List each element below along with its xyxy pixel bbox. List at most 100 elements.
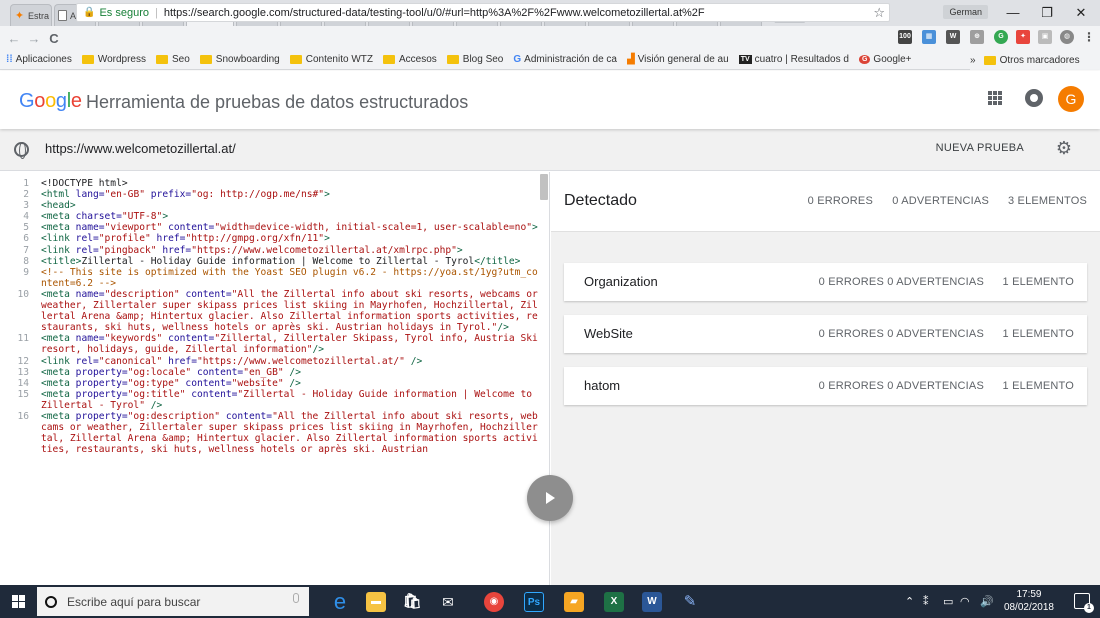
result-card-website[interactable]: WebSite 0 ERRORES 0 ADVERTENCIAS 1 ELEMENTO [564,315,1087,353]
code-editor[interactable]: 1 <!DOCTYPE html> 2 <html lang="en-GB" pref… [0,178,538,455]
line-content: <meta property="og:locale" content="en_G… [41,366,301,378]
minimize-button[interactable]: — [996,3,1030,23]
folder-app-icon[interactable]: ▰ [564,592,584,612]
orange-star-icon: ✦ [14,10,25,22]
card-errors: 0 ERRORES [818,276,884,288]
bluetooth-tray-icon[interactable]: ⁑ [923,595,929,608]
result-card-organization[interactable]: Organization 0 ERRORES 0 ADVERTENCIAS 1 ELE… [564,263,1087,301]
code-line: 3 <head> [0,200,538,211]
code-line: 8 <title>Zillertal - Holiday Guide inform… [0,256,538,267]
bookmark-item[interactable]: Seo [156,54,190,65]
close-window-button[interactable]: ✕ [1064,3,1098,23]
bookmark-item[interactable]: Accesos [382,54,437,65]
settings-gear-icon[interactable]: ⚙ [1056,138,1072,159]
avatar[interactable]: G [1058,86,1084,112]
file-explorer-icon[interactable]: ▬ [366,592,386,612]
bookmark-item[interactable]: ▟ Visión general de au [627,54,729,65]
extension-globe-icon[interactable]: ◍ [1060,30,1074,44]
profile-chip[interactable]: German [943,5,988,19]
bookmark-item[interactable]: Snowboarding [199,54,280,65]
bookmark-label: Visión general de au [637,54,729,65]
show-hidden-icons-chevron[interactable]: ⌃ [905,595,914,608]
apps-grid-icon[interactable] [988,91,1002,105]
bookmark-item[interactable]: G Administración de ca [513,54,617,65]
word-icon[interactable]: W [642,592,662,612]
line-content: <head> [41,200,76,212]
code-line: 13 <meta property="og:locale" content="en… [0,367,538,378]
apps-icon: ⁞⁞ [6,54,13,65]
line-number: 14 [17,377,29,389]
folder-icon [81,55,94,64]
battery-tray-icon[interactable]: ▭ [943,595,953,608]
microphone-icon[interactable] [293,593,299,603]
extension-green-icon[interactable]: G [994,30,1008,44]
taskbar-search-box[interactable]: Escribe aquí para buscar [37,587,309,616]
code-line: 16 <meta property="og:description" conten… [0,411,538,455]
taskbar-clock[interactable]: 17:59 08/02/2018 [1004,588,1054,614]
extension-shield-icon[interactable]: ⊕ [970,30,984,44]
volume-tray-icon[interactable]: 🔊 [980,595,994,608]
browser-tab[interactable]: ✦ Estra [10,4,52,26]
omnibox-separator: | [154,6,158,19]
code-line: 2 <html lang="en-GB" prefix="og: http://o… [0,189,538,200]
restore-button[interactable]: ❐ [1030,3,1064,23]
omnibox[interactable]: 🔒 Es seguro | https://search.google.com/… [76,3,890,22]
card-type-name: hatom [584,378,621,393]
extension-100-icon[interactable]: 100 [898,30,912,44]
line-number: 12 [17,355,29,367]
bookmark-star-icon[interactable]: ☆ [873,5,885,21]
run-test-play-button[interactable] [527,475,573,521]
bookmark-label: Snowboarding [215,54,280,65]
bookmark-item[interactable]: TV cuatro | Resultados d [738,54,849,65]
extension-wr-icon[interactable]: W [946,30,960,44]
line-number: 13 [17,366,29,378]
url-text[interactable]: https://search.google.com/structured-dat… [164,7,705,19]
extension-grey-icon[interactable]: ▣ [1038,30,1052,44]
results-header: Detectado 0 ERRORES 0 ADVERTENCIAS 3 ELE… [551,172,1100,232]
source-code-panel[interactable]: 1 <!DOCTYPE html> 2 <html lang="en-GB" pref… [0,172,550,585]
line-content: <meta name="keywords" content="Zillertal… [41,333,544,356]
reload-icon[interactable]: C [44,31,64,46]
mail-icon[interactable]: ✉ [438,592,458,612]
result-card-hatom[interactable]: hatom 0 ERRORES 0 ADVERTENCIAS 1 ELEMENTO [564,367,1087,405]
back-arrow-icon[interactable]: ← [4,31,24,46]
other-bookmarks[interactable]: Otros marcadores [983,55,1080,66]
bookmark-item[interactable]: ⁞⁞ Aplicaciones [6,54,72,65]
store-icon[interactable]: 🛍 [402,592,422,612]
action-center-icon[interactable]: 1 [1074,593,1094,613]
new-test-button[interactable]: NUEVA PRUEBA [936,142,1024,154]
windows-start-icon[interactable] [12,595,25,608]
edge-browser-icon[interactable]: e [330,591,350,613]
results-title: Detectado [564,192,637,209]
card-items: 1 ELEMENTO [1002,276,1074,288]
code-line: 9 <!-- This site is optimized with the Yo… [0,267,538,289]
total-items: 3 ELEMENTOS [1007,195,1087,207]
clock-time: 17:59 [1016,589,1042,600]
bookmarks-overflow-chevron[interactable]: » [970,55,976,66]
notifications-icon[interactable] [1025,89,1043,107]
code-scrollbar-thumb[interactable] [540,174,548,200]
card-warnings: 0 ADVERTENCIAS [887,380,984,392]
line-number: 15 [17,388,29,400]
extension-chart-icon[interactable]: ▦ [922,30,936,44]
google-logo[interactable]: Google [19,90,82,113]
browser-menu-icon[interactable]: ⋮ [1082,30,1096,44]
extension-pin-icon[interactable]: ✦ [1016,30,1030,44]
tested-url[interactable]: https://www.welcometozillertal.at/ [45,141,236,156]
bookmark-item[interactable]: G Google+ [858,54,912,65]
bookmark-label: Seo [172,54,190,65]
bookmark-item[interactable]: Blog Seo [446,54,503,65]
bookmark-item[interactable]: Wordpress [81,54,146,65]
paint-icon[interactable]: ✎ [680,592,700,612]
excel-icon[interactable]: X [604,592,624,612]
code-line: 6 <link rel="profile" href="http://gmpg.o… [0,233,538,244]
bookmark-label: Contenito WTZ [305,54,373,65]
folder-icon [156,55,168,64]
bookmark-item[interactable]: Contenito WTZ [289,54,373,65]
forward-arrow-icon[interactable]: → [24,31,44,46]
photoshop-icon[interactable]: Ps [524,592,544,612]
code-line: 1 <!DOCTYPE html> [0,178,538,189]
wifi-tray-icon[interactable]: ◠ [960,595,970,608]
folder-icon [289,55,302,64]
chrome-icon[interactable]: ◉ [484,592,504,612]
